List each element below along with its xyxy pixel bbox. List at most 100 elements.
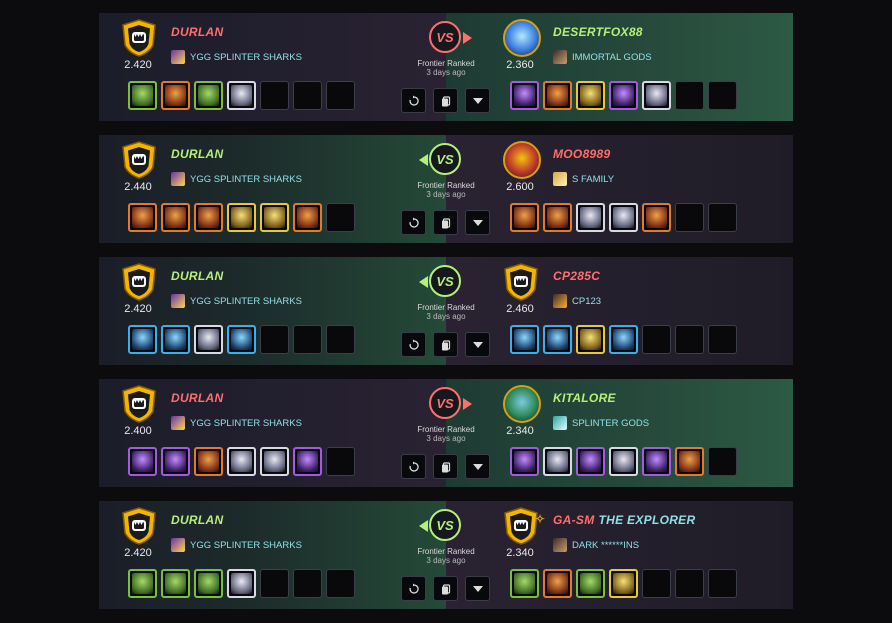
monster-card[interactable] xyxy=(194,203,223,232)
monster-card[interactable] xyxy=(194,569,223,598)
vs-label: VS xyxy=(429,21,461,53)
monster-card[interactable] xyxy=(128,325,157,354)
monster-card[interactable] xyxy=(161,81,190,110)
monster-card[interactable] xyxy=(194,81,223,110)
player-title-text: THE EXPLORER xyxy=(598,513,696,527)
right-player-name[interactable]: CP285C xyxy=(553,269,600,283)
monster-card[interactable] xyxy=(128,81,157,110)
left-guild-name[interactable]: YGG SPLINTER SHARKS xyxy=(190,296,302,307)
monster-card[interactable] xyxy=(543,325,572,354)
right-guild-name[interactable]: S FAMILY xyxy=(572,174,614,185)
monster-card[interactable] xyxy=(293,447,322,476)
monster-card[interactable] xyxy=(260,447,289,476)
right-rank-icon: ✧ xyxy=(535,512,546,526)
left-player-name[interactable]: DURLAN xyxy=(171,147,223,161)
monster-card[interactable] xyxy=(161,203,190,232)
monster-card[interactable] xyxy=(609,203,638,232)
replay-button[interactable] xyxy=(401,210,426,235)
monster-card[interactable] xyxy=(609,325,638,354)
monster-card[interactable] xyxy=(194,447,223,476)
left-guild-icon xyxy=(171,538,185,552)
right-player-name[interactable]: GA-SM THE EXPLORER ✧ xyxy=(535,512,696,527)
monster-card[interactable] xyxy=(227,569,256,598)
monster-card[interactable] xyxy=(293,203,322,232)
expand-button[interactable] xyxy=(465,332,490,357)
monster-card[interactable] xyxy=(194,325,223,354)
monster-card[interactable] xyxy=(642,447,671,476)
copy-team-button[interactable] xyxy=(433,210,458,235)
monster-card[interactable] xyxy=(227,81,256,110)
right-guild-icon xyxy=(553,538,567,552)
copy-team-button[interactable] xyxy=(433,332,458,357)
monster-card[interactable] xyxy=(510,325,539,354)
monster-card[interactable] xyxy=(510,569,539,598)
monster-card[interactable] xyxy=(543,569,572,598)
monster-card[interactable] xyxy=(510,81,539,110)
card-art xyxy=(514,329,535,350)
monster-card[interactable] xyxy=(161,569,190,598)
left-player-name[interactable]: DURLAN xyxy=(171,25,223,39)
copy-team-button[interactable] xyxy=(433,454,458,479)
monster-card[interactable] xyxy=(161,447,190,476)
monster-card[interactable] xyxy=(576,325,605,354)
monster-card[interactable] xyxy=(609,447,638,476)
replay-button[interactable] xyxy=(401,332,426,357)
expand-button[interactable] xyxy=(465,88,490,113)
left-avatar-shield-icon xyxy=(121,507,157,545)
monster-card[interactable] xyxy=(609,569,638,598)
copy-team-button[interactable] xyxy=(433,576,458,601)
expand-button[interactable] xyxy=(465,454,490,479)
left-player-name[interactable]: DURLAN xyxy=(171,269,223,283)
monster-card[interactable] xyxy=(576,569,605,598)
left-player-name[interactable]: DURLAN xyxy=(171,513,223,527)
vs-badge: VS xyxy=(425,17,472,59)
monster-card[interactable] xyxy=(642,81,671,110)
monster-card[interactable] xyxy=(609,81,638,110)
monster-card[interactable] xyxy=(675,447,704,476)
monster-card[interactable] xyxy=(227,325,256,354)
monster-card[interactable] xyxy=(543,81,572,110)
replay-button[interactable] xyxy=(401,88,426,113)
expand-button[interactable] xyxy=(465,576,490,601)
monster-card[interactable] xyxy=(128,447,157,476)
left-guild-icon xyxy=(171,172,185,186)
right-guild-name[interactable]: DARK ******INS xyxy=(572,540,639,551)
monster-card[interactable] xyxy=(128,203,157,232)
card-art xyxy=(165,573,186,594)
monster-card[interactable] xyxy=(576,447,605,476)
monster-card[interactable] xyxy=(161,325,190,354)
replay-button[interactable] xyxy=(401,454,426,479)
left-guild-name[interactable]: YGG SPLINTER SHARKS xyxy=(190,52,302,63)
replay-button[interactable] xyxy=(401,576,426,601)
card-art xyxy=(613,85,634,106)
left-player-name[interactable]: DURLAN xyxy=(171,391,223,405)
right-player-name[interactable]: DESERTFOX88 xyxy=(553,25,643,39)
empty-card-slot xyxy=(675,569,704,598)
right-guild-name[interactable]: IMMORTAL GODS xyxy=(572,52,652,63)
copy-team-button[interactable] xyxy=(433,88,458,113)
monster-card[interactable] xyxy=(642,203,671,232)
vs-label: VS xyxy=(429,509,461,541)
card-art xyxy=(646,451,667,472)
right-player-name[interactable]: MOO8989 xyxy=(553,147,610,161)
left-guild-name[interactable]: YGG SPLINTER SHARKS xyxy=(190,174,302,185)
empty-card-slot xyxy=(642,325,671,354)
monster-card[interactable] xyxy=(227,447,256,476)
monster-card[interactable] xyxy=(576,81,605,110)
right-player-name[interactable]: KITALORE xyxy=(553,391,616,405)
monster-card[interactable] xyxy=(227,203,256,232)
expand-button[interactable] xyxy=(465,210,490,235)
left-team-cards xyxy=(128,203,355,232)
monster-card[interactable] xyxy=(576,203,605,232)
right-guild-name[interactable]: SPLINTER GODS xyxy=(572,418,649,429)
monster-card[interactable] xyxy=(260,203,289,232)
left-guild-name[interactable]: YGG SPLINTER SHARKS xyxy=(190,418,302,429)
monster-card[interactable] xyxy=(128,569,157,598)
monster-card[interactable] xyxy=(510,447,539,476)
monster-card[interactable] xyxy=(543,447,572,476)
monster-card[interactable] xyxy=(510,203,539,232)
right-guild-name[interactable]: CP123 xyxy=(572,296,601,307)
left-guild-name[interactable]: YGG SPLINTER SHARKS xyxy=(190,540,302,551)
empty-card-slot xyxy=(326,447,355,476)
monster-card[interactable] xyxy=(543,203,572,232)
